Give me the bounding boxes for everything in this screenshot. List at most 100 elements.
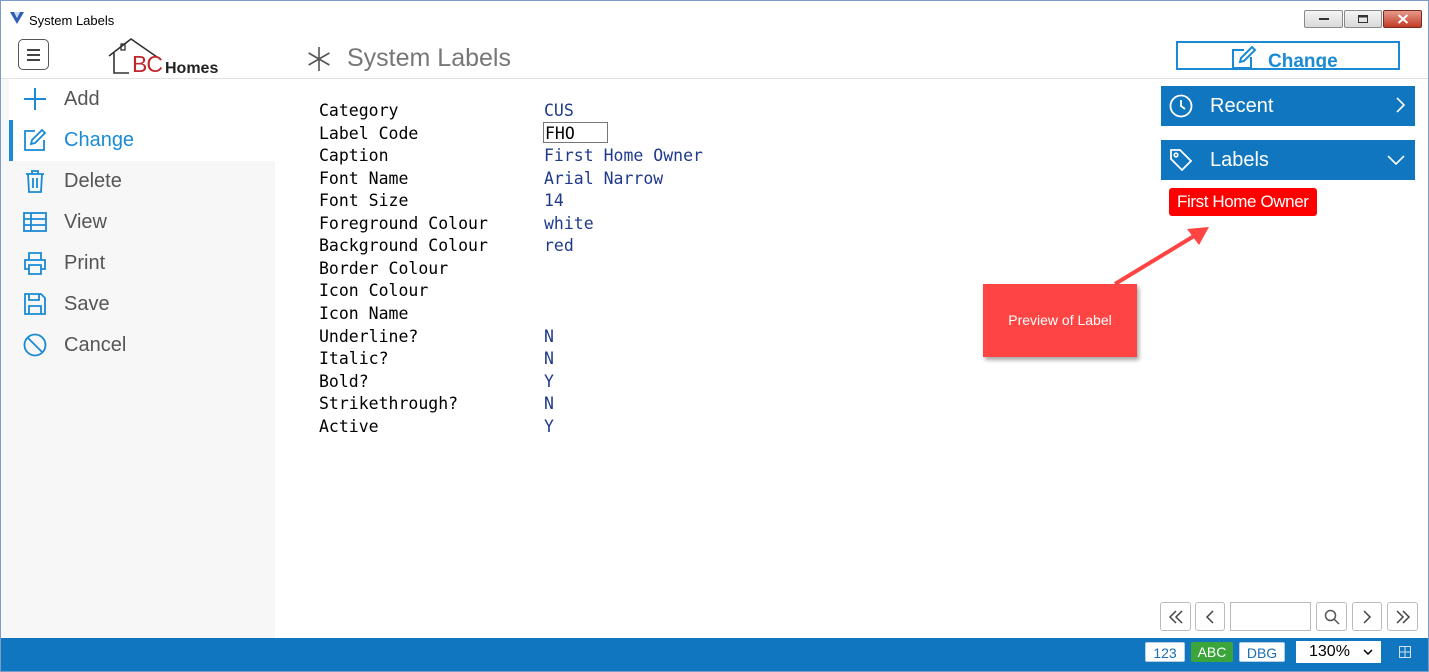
tag-icon: [1170, 149, 1193, 172]
sidebar-item-label: View: [64, 211, 107, 233]
edit-icon: [24, 128, 47, 151]
last-page-button[interactable]: [1387, 602, 1418, 631]
table-icon: [23, 212, 47, 232]
search-page-button[interactable]: [1316, 602, 1347, 631]
field-value: First Home Owner: [544, 146, 703, 165]
sidebar-item-change[interactable]: Change: [9, 120, 275, 161]
sidebar: Add Change Delete View Print Save Cancel: [1, 79, 275, 638]
company-logo: BC Homes: [105, 37, 231, 77]
text-mode-button[interactable]: ABC: [1191, 642, 1233, 662]
field-value: CUS: [544, 101, 574, 120]
change-mode-label: Change: [1268, 51, 1338, 70]
app-header: BC Homes System Labels Change: [1, 34, 1428, 79]
app-window: System Labels BC Homes System Labels Cha…: [0, 0, 1429, 672]
recent-label: Recent: [1210, 95, 1274, 117]
field-label: Caption: [319, 146, 389, 165]
clock-icon: [1169, 94, 1193, 118]
chevron-left-icon: [1205, 609, 1214, 624]
chevron-right-icon: [1363, 609, 1372, 624]
trash-icon: [26, 170, 44, 193]
field-value: N: [544, 394, 554, 413]
next-page-button[interactable]: [1352, 602, 1382, 631]
page-title: System Labels: [347, 44, 511, 72]
field-label: Active: [319, 417, 379, 436]
labels-label: Labels: [1210, 149, 1269, 171]
preview-callout: Preview of Label: [983, 284, 1137, 357]
sidebar-item-cancel[interactable]: Cancel: [9, 325, 275, 366]
menu-button[interactable]: [18, 39, 49, 70]
active-indicator: [9, 120, 13, 161]
label-code-value: FHO: [545, 124, 575, 143]
recent-panel-header[interactable]: Recent: [1161, 86, 1415, 126]
field-label: Label Code: [319, 124, 419, 143]
field-value: N: [544, 349, 554, 368]
double-chevron-right-icon: [1395, 609, 1410, 624]
field-label: Border Colour: [319, 259, 449, 278]
printer-icon: [24, 252, 46, 275]
field-value: 14: [544, 191, 564, 210]
zoom-value: 130%: [1309, 643, 1350, 660]
sidebar-item-label: Delete: [64, 170, 122, 192]
close-button[interactable]: [1383, 10, 1422, 28]
title-bar: System Labels: [1, 1, 1428, 34]
field-value: N: [544, 327, 554, 346]
label-preview: First Home Owner: [1169, 188, 1317, 216]
field-value: Arial Narrow: [544, 169, 664, 188]
logo-bc-text: BC: [132, 51, 163, 77]
sidebar-item-print[interactable]: Print: [9, 243, 275, 284]
cancel-icon: [23, 333, 47, 357]
field-label: Font Size: [319, 191, 409, 210]
field-value: white: [544, 214, 594, 233]
field-label: Underline?: [319, 327, 419, 346]
chevron-down-icon: [1363, 649, 1373, 655]
change-mode-button[interactable]: Change: [1176, 41, 1400, 70]
numeric-mode-button[interactable]: 123: [1145, 642, 1185, 662]
field-label: Foreground Colour: [319, 214, 488, 233]
field-label: Category: [319, 101, 399, 120]
sidebar-item-label: Save: [64, 293, 110, 315]
double-chevron-left-icon: [1168, 609, 1183, 624]
sidebar-item-delete[interactable]: Delete: [9, 161, 275, 202]
resize-grip-icon[interactable]: [1399, 646, 1411, 658]
search-icon: [1324, 609, 1340, 625]
plus-icon: [24, 88, 46, 110]
window-title: System Labels: [29, 13, 115, 28]
page-input[interactable]: [1230, 602, 1311, 631]
field-label: Bold?: [319, 372, 369, 391]
status-bar: 123 ABC DBG 130%: [1, 638, 1428, 671]
app-logo-icon: [10, 12, 24, 24]
maximize-icon: [1358, 15, 1368, 23]
sidebar-item-label: Cancel: [64, 334, 127, 356]
sidebar-item-label: Change: [64, 129, 135, 151]
sidebar-item-save[interactable]: Save: [9, 284, 275, 325]
field-label: Strikethrough?: [319, 394, 459, 413]
sidebar-item-add[interactable]: Add: [9, 79, 275, 120]
sidebar-item-label: Print: [64, 252, 106, 274]
menu-icon-line: [27, 59, 40, 61]
debug-button[interactable]: DBG: [1239, 642, 1285, 662]
minimize-icon: [1318, 18, 1329, 20]
field-value: red: [544, 236, 574, 255]
sidebar-item-view[interactable]: View: [9, 202, 275, 243]
close-icon: [1397, 14, 1408, 24]
chevron-right-icon: [1396, 97, 1405, 113]
asterisk-icon: [308, 47, 330, 71]
edit-icon: [1232, 46, 1257, 68]
previous-page-button[interactable]: [1195, 602, 1225, 631]
save-icon: [24, 293, 46, 315]
label-code-input[interactable]: FHO: [543, 122, 608, 143]
menu-icon: [27, 49, 40, 51]
logo-homes-text: Homes: [165, 60, 219, 77]
field-label: Italic?: [319, 349, 389, 368]
field-label: Icon Colour: [319, 281, 429, 300]
field-value: Y: [544, 372, 554, 391]
labels-panel-header[interactable]: Labels: [1161, 140, 1415, 180]
minimize-button[interactable]: [1304, 10, 1343, 28]
field-label: Font Name: [319, 169, 409, 188]
menu-icon-line: [27, 54, 40, 56]
field-label: Icon Name: [319, 304, 409, 323]
maximize-button[interactable]: [1344, 10, 1382, 28]
first-page-button[interactable]: [1160, 602, 1191, 631]
callout-text: Preview of Label: [1008, 312, 1112, 328]
zoom-select[interactable]: 130%: [1296, 641, 1381, 663]
